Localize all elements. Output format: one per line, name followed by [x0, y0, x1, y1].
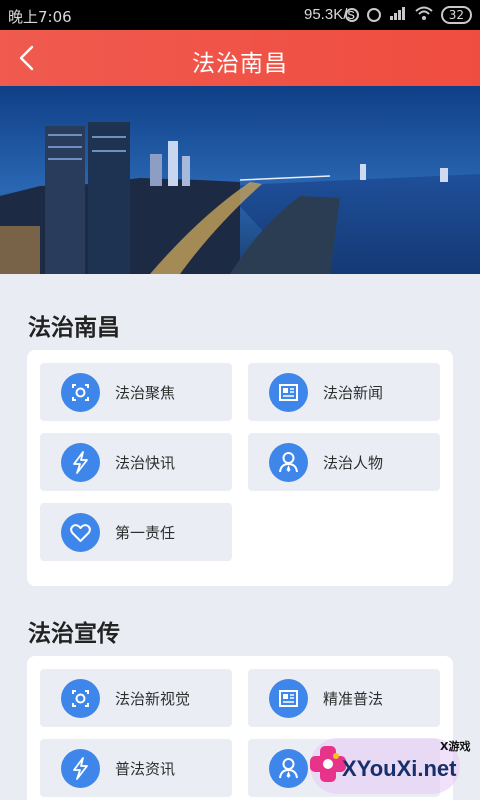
tile-label: 精准普法 [323, 690, 384, 708]
tile-diyi-zeren[interactable]: 第一责任 [40, 503, 232, 561]
status-time: 晚上7:06 [8, 8, 72, 26]
news-icon [269, 373, 308, 412]
focus-icon [61, 373, 100, 412]
tile-fazhi-renwu[interactable]: 法治人物 [248, 433, 440, 491]
tile-pufa-zixun[interactable]: 普法资讯 [40, 739, 232, 797]
status-bar: 晚上7:06 95.3K/s 32 [0, 0, 480, 30]
battery-indicator: 32 [440, 6, 472, 24]
tile-label: 法治聚焦 [115, 384, 176, 402]
tile-fazhi-xinshijue[interactable]: 法治新视觉 [40, 669, 232, 727]
bluetooth-icon [344, 8, 359, 22]
tile-fazhi-jujiao[interactable]: 法治聚焦 [40, 363, 232, 421]
section-heading-fazhi-nanchang: 法治南昌 [28, 315, 120, 341]
news-icon [269, 679, 308, 718]
wifi-icon [415, 6, 433, 24]
city-skyline-image [0, 86, 480, 274]
page-title: 法治南昌 [192, 51, 288, 77]
tile-jingzhun-pufa[interactable]: 精准普法 [248, 669, 440, 727]
tile-fazhi-xinwen[interactable]: 法治新闻 [248, 363, 440, 421]
lightning-icon [61, 749, 100, 788]
tile-label: 第一责任 [115, 524, 176, 542]
status-icons: 32 [344, 6, 472, 24]
section-card-fazhi-nanchang: 法治聚焦 法治新闻 法治快讯 法治人物 第一责任 [27, 350, 453, 586]
watermark: X游戏 XYouXi.net [300, 730, 480, 800]
title-bar: 法治南昌 [0, 30, 480, 86]
alarm-icon [366, 8, 381, 22]
tile-label: 法治新闻 [323, 384, 384, 402]
heart-icon [61, 513, 100, 552]
section-heading-fazhi-xuanchuan: 法治宣传 [28, 621, 120, 647]
tile-label: 法治快讯 [115, 454, 176, 472]
watermark-brand-text: XYouXi.net [342, 756, 457, 781]
lightning-icon [61, 443, 100, 482]
tile-fazhi-kuaixun[interactable]: 法治快讯 [40, 433, 232, 491]
tile-label: 普法资讯 [115, 760, 176, 778]
tile-label: 法治人物 [323, 454, 384, 472]
banner-image[interactable] [0, 86, 480, 274]
focus-icon [61, 679, 100, 718]
watermark-small-text: X游戏 [440, 740, 471, 753]
signal-icon [389, 6, 407, 24]
tile-label: 法治新视觉 [115, 690, 191, 708]
person-icon [269, 443, 308, 482]
